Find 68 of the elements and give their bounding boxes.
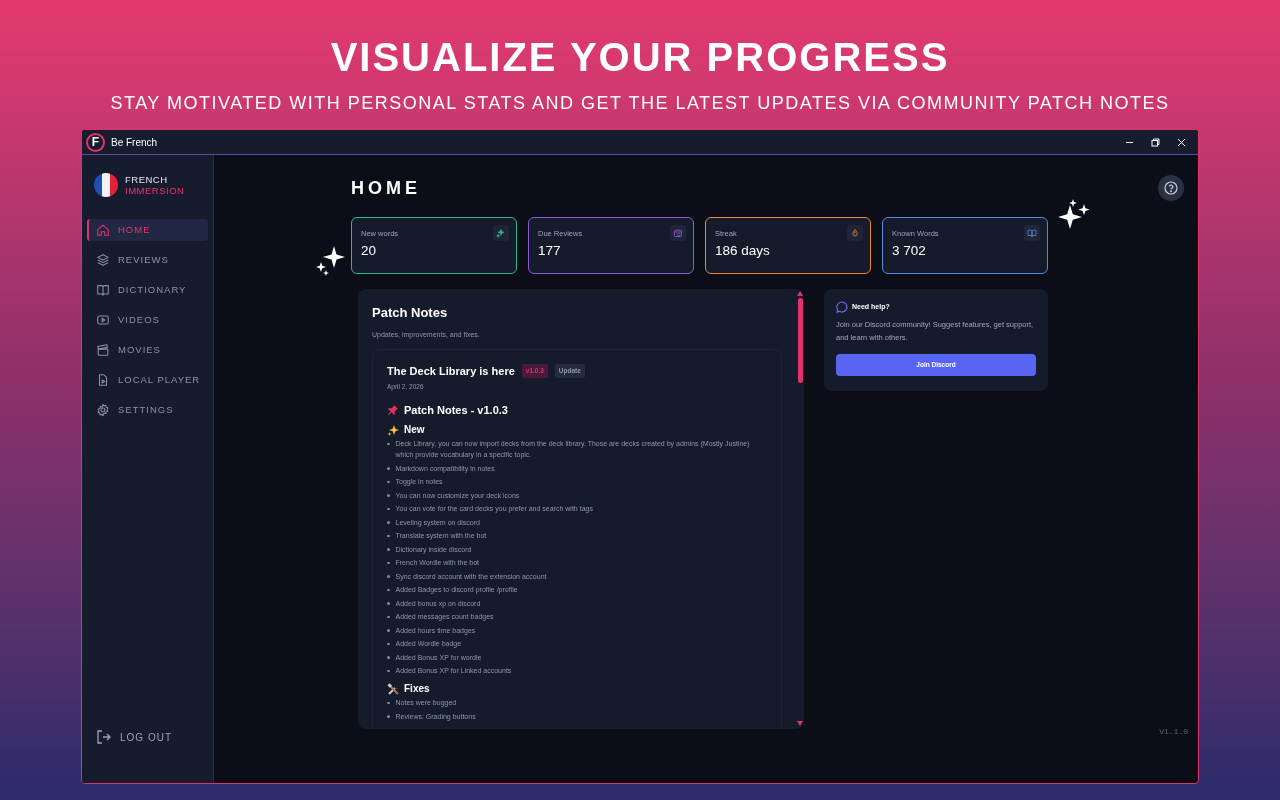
bullet-icon <box>387 588 390 591</box>
sparkle-icon <box>496 228 506 238</box>
bullet-icon <box>387 615 390 618</box>
bullet-icon <box>387 629 390 632</box>
question-icon <box>1164 181 1178 195</box>
book-icon <box>1027 228 1037 238</box>
sparkles-icon <box>387 424 399 436</box>
banner-subtitle: STAY MOTIVATED WITH PERSONAL STATS AND GET THE LATEST UPDATES VIA COMMUNITY PATCH NOTES <box>110 92 1170 114</box>
app-logo: F <box>86 132 105 152</box>
scroll-down-icon <box>797 721 803 726</box>
tools-icon <box>387 683 399 695</box>
bullet-icon <box>387 715 390 718</box>
nav-item[interactable]: LOCAL PLAYER <box>87 369 208 391</box>
bullet-icon <box>387 656 390 659</box>
stat-value: 177 <box>538 243 562 259</box>
bullet-icon <box>387 521 390 524</box>
chat-bubble-icon <box>836 301 848 313</box>
bullet-icon <box>387 669 390 672</box>
scrollbar-thumb[interactable] <box>797 298 803 383</box>
bullet-icon <box>387 467 390 470</box>
calendar-icon <box>673 228 683 238</box>
home-icon <box>96 223 110 237</box>
bullet-icon <box>387 602 390 605</box>
help-button[interactable] <box>1158 175 1184 201</box>
stat-value: 20 <box>361 243 378 259</box>
gear-icon <box>96 403 110 417</box>
video-icon <box>96 313 110 327</box>
brand-name: FRENCH <box>125 174 169 185</box>
section-heading: New <box>404 424 425 436</box>
french-flag-icon <box>94 173 118 197</box>
panel-title: Patch Notes <box>372 305 449 321</box>
file-icon <box>96 373 110 387</box>
page-title: HOME <box>351 177 421 199</box>
logout-icon <box>96 729 112 745</box>
bullet-icon <box>387 507 390 510</box>
nav-item[interactable]: HOME <box>87 219 208 241</box>
entry-title: The Deck Library is here <box>387 364 515 378</box>
book-icon <box>96 283 110 297</box>
bullet-icon <box>387 701 390 704</box>
section-heading: Fixes <box>404 683 430 695</box>
close-icon <box>1176 137 1186 147</box>
nav-item[interactable]: VIDEOS <box>87 309 208 331</box>
bullet-icon <box>387 534 390 537</box>
pushpin-icon <box>387 404 399 416</box>
bullet-icon <box>387 548 390 551</box>
stat-value: 3 702 <box>892 243 927 259</box>
version-label: V1.1.0 <box>1159 726 1188 738</box>
bullet-icon <box>387 494 390 497</box>
scroll-up-icon <box>797 291 803 296</box>
bullet-icon <box>387 561 390 564</box>
bullet-icon <box>387 442 390 445</box>
clapper-icon <box>96 343 110 357</box>
flame-icon <box>850 228 860 238</box>
bullet-icon <box>387 480 390 483</box>
bullet-icon <box>387 642 390 645</box>
nav-item[interactable]: SETTINGS <box>87 399 208 421</box>
bullet-icon <box>387 575 390 578</box>
restore-icon <box>1150 137 1160 147</box>
notes-heading: Patch Notes - v1.0.3 <box>404 403 508 417</box>
banner-title: VISUALIZE YOUR PROGRESS <box>330 34 950 80</box>
window-title: Be French <box>111 135 158 150</box>
brand-subtitle: IMMERSION <box>125 185 185 196</box>
stat-value: 186 days <box>715 243 771 259</box>
logout-button[interactable]: LOG OUT <box>87 727 208 747</box>
layers-icon <box>96 253 110 267</box>
nav-item[interactable]: REVIEWS <box>87 249 208 271</box>
nav-item[interactable]: DICTIONARY <box>87 279 208 301</box>
nav-item[interactable]: MOVIES <box>87 339 208 361</box>
